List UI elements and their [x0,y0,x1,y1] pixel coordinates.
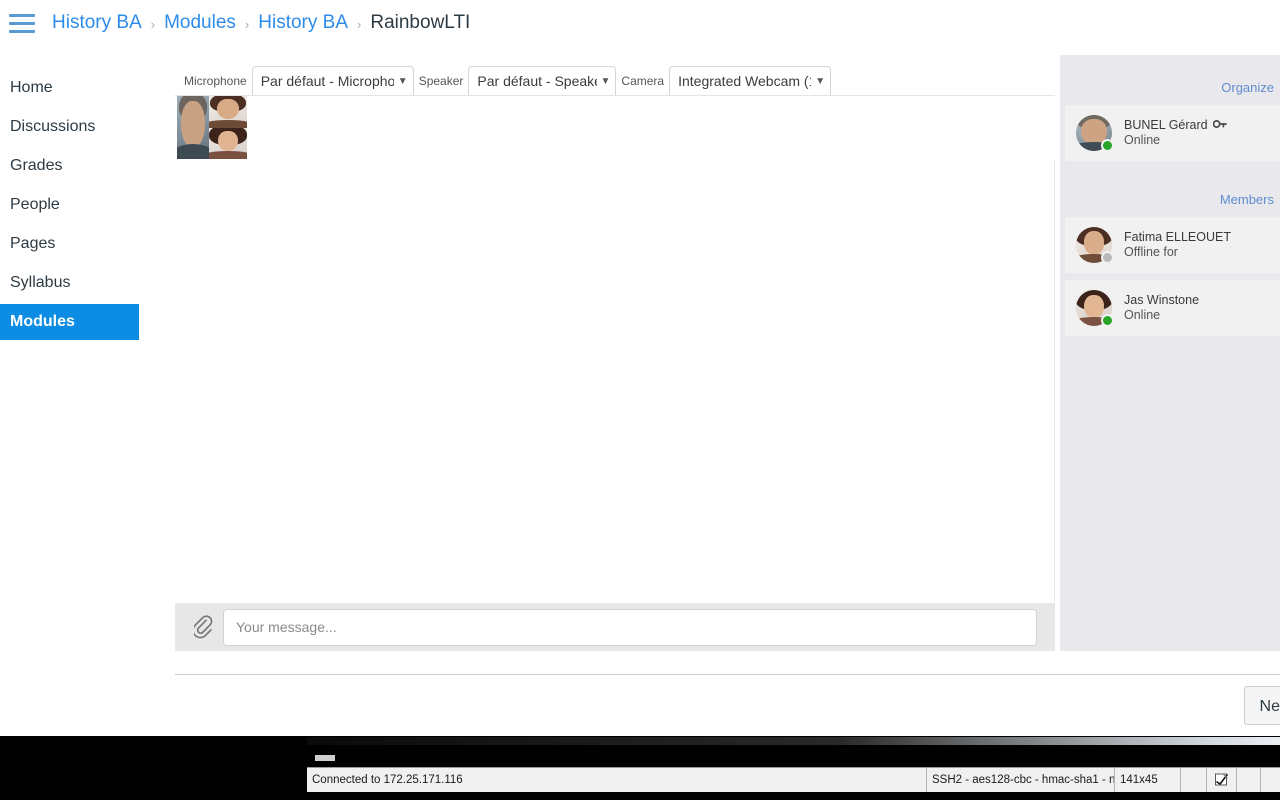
breadcrumb: History BA › Modules › History BA › Rain… [52,12,470,34]
course-navigation: Home Discussions Grades People Pages Syl… [0,70,150,343]
breadcrumb-separator-2: › [244,16,250,32]
hamburger-bar-2 [9,21,35,25]
presence-indicator-online [1101,139,1114,152]
self-video-image [177,96,209,159]
avatar-wrapper [1076,115,1114,152]
participant-status: Online [1124,308,1161,322]
participant-name: Fatima ELLEOUET [1124,230,1231,244]
nav-item-pages[interactable]: Pages [0,226,150,262]
participant-row-organizer[interactable]: BUNEL Gérard Online [1065,105,1280,161]
speaker-select[interactable]: Par défaut - Speakers ▼ [468,66,617,95]
terminal-titlebar[interactable] [307,737,1280,745]
device-selection-toolbar: Microphone Par défaut - Microphoi ▼ Spea… [175,55,1055,96]
message-input[interactable] [223,608,1037,646]
status-blank-cell-3 [1261,768,1280,792]
camera-select[interactable]: Integrated Webcam (1 ▼ [669,66,832,95]
presence-indicator-offline [1101,251,1114,264]
breadcrumb-item-modules[interactable]: Modules [164,12,236,34]
scrollbar-thumb[interactable] [315,755,335,761]
members-section-heading: Members [1219,192,1274,207]
ssh-activity-icon[interactable] [1207,768,1237,792]
breadcrumb-separator-3: › [357,16,362,32]
speaker-select-value: Par défaut - Speakers [477,73,596,89]
nav-item-grades[interactable]: Grades [0,148,150,184]
camera-group: Camera Integrated Webcam (1 ▼ [616,66,832,95]
participant-name: BUNEL Gérard [1124,118,1208,132]
participant-name: Jas Winstone [1124,293,1200,307]
camera-select-value: Integrated Webcam (1 [678,73,812,89]
presence-indicator-online [1101,314,1114,327]
organizer-section-heading: Organize [1221,80,1274,95]
next-button[interactable]: Next [1244,686,1280,725]
status-blank-cell-1 [1181,768,1207,792]
participant-row-member-2[interactable]: Jas Winstone Online [1065,280,1280,336]
avatar-wrapper [1076,290,1114,327]
remote-video-image-1 [209,96,247,128]
speaker-group: Speaker Par défaut - Speakers ▼ [414,66,617,95]
participant-status: Online [1124,133,1161,147]
camera-label: Camera [621,74,665,88]
remote-video-tile-1[interactable] [209,96,247,128]
status-connection: Connected to 172.25.171.116 [307,768,927,792]
conversation-area [175,159,1055,603]
participant-info: Fatima ELLEOUET Offline for [1124,230,1231,260]
nav-item-home[interactable]: Home [0,70,150,106]
participant-info: BUNEL Gérard Online [1124,118,1227,148]
participant-status: Offline for [1124,245,1178,259]
terminal-status-bar: Connected to 172.25.171.116 SSH2 - aes12… [307,767,1280,792]
avatar-wrapper [1076,227,1114,264]
self-video-tile[interactable] [177,96,209,159]
microphone-select[interactable]: Par défaut - Microphoi ▼ [251,66,414,95]
hamburger-bar-1 [9,13,35,17]
remote-video-tile-2[interactable] [209,127,247,159]
participant-row-member-1[interactable]: Fatima ELLEOUET Offline for [1065,217,1280,273]
hamburger-bar-3 [9,29,35,33]
participant-name-line: Jas Winstone [1124,293,1199,308]
breadcrumb-item-course-2[interactable]: History BA [258,12,348,34]
participants-panel: Organize BUNEL Gérard Online Members Fat… [1060,55,1280,651]
status-terminal-size: 141x45 [1115,768,1181,792]
microphone-group: Microphone Par défaut - Microphoi ▼ [179,66,414,95]
hamburger-menu-icon[interactable] [2,8,42,38]
paperclip-icon[interactable] [185,608,223,646]
nav-item-syllabus[interactable]: Syllabus [0,265,150,301]
microphone-select-value: Par défaut - Microphoi [260,73,394,89]
video-thumbnail-strip [177,96,1055,159]
breadcrumb-bar: History BA › Modules › History BA › Rain… [0,0,1280,46]
remote-video-image-2 [209,127,247,159]
terminal-body[interactable] [307,745,1280,767]
nav-item-modules[interactable]: Modules [0,304,139,340]
breadcrumb-item-course[interactable]: History BA [52,12,142,34]
terminal-bottom-edge [307,792,1280,800]
chevron-down-icon: ▼ [815,75,826,87]
breadcrumb-item-current: RainbowLTI [370,12,471,33]
remote-video-column [209,96,247,159]
message-composer [175,603,1055,651]
terminal-window: Connected to 172.25.171.116 SSH2 - aes12… [307,737,1280,800]
status-cipher: SSH2 - aes128-cbc - hmac-sha1 - nı [927,768,1115,792]
participant-name-line: BUNEL Gérard [1124,118,1227,133]
chevron-down-icon: ▼ [397,75,408,87]
breadcrumb-separator-1: › [150,16,156,32]
key-icon [1212,118,1227,133]
module-footer-divider [175,674,1280,675]
chevron-down-icon: ▼ [600,75,611,87]
nav-item-people[interactable]: People [0,187,150,223]
nav-item-discussions[interactable]: Discussions [0,109,150,145]
microphone-label: Microphone [184,74,247,88]
participant-name-line: Fatima ELLEOUET [1124,230,1231,245]
participant-info: Jas Winstone Online [1124,293,1199,323]
status-blank-cell-2 [1237,768,1261,792]
speaker-label: Speaker [418,74,464,88]
